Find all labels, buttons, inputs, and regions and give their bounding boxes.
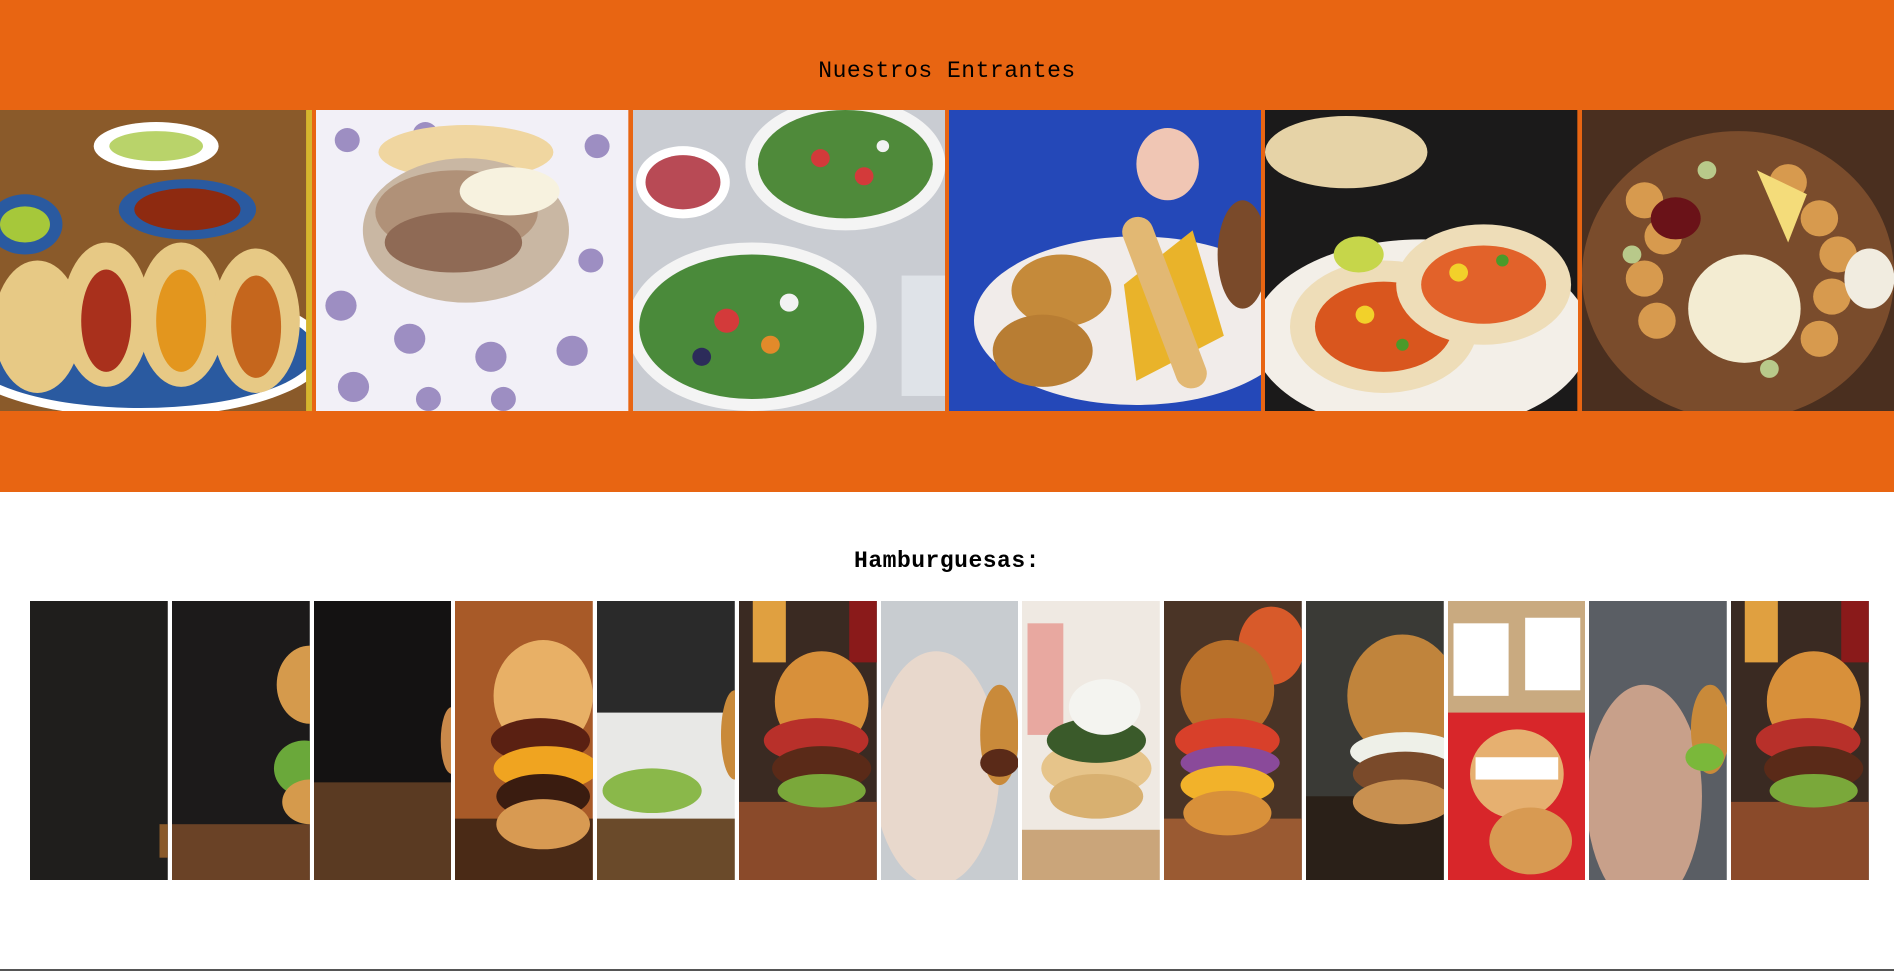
charcuterie-board-image[interactable]	[1581, 110, 1894, 411]
burger-image-13[interactable]	[1731, 601, 1869, 880]
burger-image-4[interactable]	[455, 601, 594, 880]
burger-image-5[interactable]	[597, 601, 735, 880]
burger-image-1[interactable]	[30, 601, 168, 880]
burger-image-11[interactable]	[1447, 601, 1586, 880]
entrantes-gallery	[0, 110, 1894, 411]
burger-image-8[interactable]	[1022, 601, 1161, 880]
hamburguesas-title: Hamburguesas:	[854, 548, 1040, 574]
fried-snacks-image[interactable]	[948, 110, 1262, 411]
burger-image-12[interactable]	[1589, 601, 1728, 880]
burger-image-9[interactable]	[1164, 601, 1302, 880]
salad-bowls-image[interactable]	[632, 110, 945, 411]
burger-image-3[interactable]	[313, 601, 452, 880]
burger-image-10[interactable]	[1305, 601, 1444, 880]
arepa-pulled-meat-image[interactable]	[316, 110, 629, 411]
hamburguesas-gallery	[30, 601, 1869, 880]
entrantes-title: Nuestros Entrantes	[818, 58, 1076, 84]
entrantes-section: Nuestros Entrantes	[0, 0, 1894, 492]
burger-image-2[interactable]	[171, 601, 310, 880]
burger-image-6[interactable]	[738, 601, 877, 880]
chicken-tacos-image[interactable]	[1265, 110, 1578, 411]
burger-image-7[interactable]	[880, 601, 1019, 880]
tacos-plate-image[interactable]	[0, 110, 313, 411]
